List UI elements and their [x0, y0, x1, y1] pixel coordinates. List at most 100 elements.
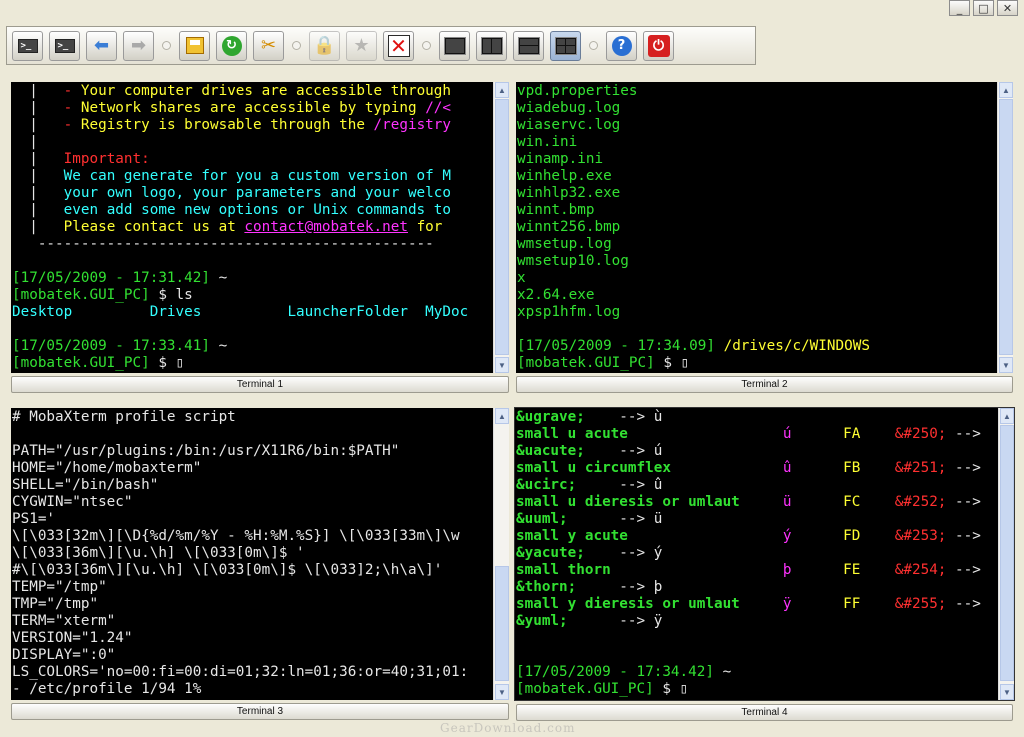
scroll-up-icon[interactable]: ▲	[999, 82, 1013, 98]
terminal-2-screen[interactable]: vpd.properties wiadebug.log wiaservc.log wi…	[516, 82, 1013, 373]
save-icon	[185, 37, 204, 54]
terminal-text: //<	[425, 100, 452, 116]
tab-terminal-2[interactable]: Terminal 2	[516, 376, 1013, 393]
terminal-3-screen[interactable]: # MobaXterm profile script PATH="/usr/plu…	[11, 408, 503, 700]
terminal-text: LS_COLORS='no=00:fi=00:di=01;32:ln=01;36…	[12, 664, 469, 680]
terminal-line: vpd.properties	[517, 83, 870, 100]
toolbar: >_ >_ ⬅ ➡ ↻ ✂ 🔒 ★ ✕? ⏻	[6, 26, 756, 65]
terminal-1-scrollbar[interactable]: ▲ ▼	[493, 82, 509, 373]
terminal-line: |	[12, 134, 468, 151]
terminal-line: [mobatek.GUI_PC] $ ▯	[517, 355, 870, 372]
terminal-line: | even add some new options or Unix comm…	[12, 202, 468, 219]
next-tab-button[interactable]: ➡	[123, 30, 154, 61]
scroll-thumb[interactable]	[495, 99, 509, 355]
settings-button[interactable]: ✂	[253, 30, 284, 61]
favorite-button[interactable]: ★	[346, 30, 377, 61]
scroll-thumb[interactable]	[999, 99, 1013, 355]
terminal-text: - /etc/profile 1/94 1%	[12, 681, 202, 697]
terminal-line: PS1='	[12, 511, 468, 528]
terminal-text: FB	[843, 460, 895, 476]
new-terminal-button[interactable]: >_	[12, 30, 43, 61]
exit-button[interactable]: ⏻	[643, 30, 674, 61]
terminal-text: --> ÿ	[567, 613, 663, 629]
scroll-down-icon[interactable]: ▼	[495, 684, 509, 700]
tab-terminal-1[interactable]: Terminal 1	[11, 376, 509, 393]
window-controls: _ □ ✕	[949, 0, 1018, 16]
terminal-line: winhlp32.exe	[517, 185, 870, 202]
minimize-button[interactable]: _	[949, 0, 970, 16]
terminal-line: ----------------------------------------…	[12, 236, 468, 253]
previous-tab-button[interactable]: ⬅	[86, 30, 117, 61]
terminal-text: ----------------------------------------…	[12, 236, 434, 252]
layout-quad-button[interactable]	[550, 30, 581, 61]
terminal-text: Your computer drives are accessible thro…	[80, 83, 460, 99]
terminal-text: --> û	[576, 477, 663, 493]
terminal-line: | - Your computer drives are accessible …	[12, 83, 468, 100]
terminal-text: PS1='	[12, 511, 56, 527]
terminal-line: &yacute; --> ý	[516, 545, 981, 562]
refresh-button[interactable]: ↻	[216, 30, 247, 61]
terminal-text: [mobatek.GUI_PC]	[12, 355, 159, 371]
terminal-pane-1: | - Your computer drives are accessible …	[11, 82, 509, 394]
terminal-line: xpsp1hfm.log	[517, 304, 870, 321]
scroll-down-icon[interactable]: ▼	[495, 357, 509, 373]
terminal-text: wmsetup10.log	[517, 253, 629, 269]
terminal-text: $ ls	[158, 287, 193, 303]
terminal-line: \[\033[32m\][\D{%d/%m/%Y - %H:%M.%S}] \[…	[12, 528, 468, 545]
terminal-text: PATH="/usr/plugins:/bin:/usr/X11R6/bin:$…	[12, 443, 400, 459]
terminal-text: û	[782, 460, 844, 476]
close-window-button[interactable]: ✕	[997, 0, 1018, 16]
terminal-text: HOME="/home/mobaxterm"	[12, 460, 202, 476]
scroll-up-icon[interactable]: ▲	[1000, 408, 1014, 424]
terminal-text: [mobatek.GUI_PC]	[516, 681, 663, 697]
scroll-up-icon[interactable]: ▲	[495, 408, 509, 424]
terminal-3-scrollbar[interactable]: ▲ ▼	[493, 408, 509, 700]
terminal-line: winnt256.bmp	[517, 219, 870, 236]
scroll-thumb[interactable]	[1000, 425, 1014, 681]
terminal-line: winamp.ini	[517, 151, 870, 168]
new-terminal-2-button[interactable]: >_	[49, 30, 80, 61]
terminal-1-screen[interactable]: | - Your computer drives are accessible …	[11, 82, 503, 373]
scroll-down-icon[interactable]: ▼	[1000, 684, 1014, 700]
terminal-text: &#254;	[894, 562, 947, 578]
terminal-text: -	[63, 83, 81, 99]
tab-terminal-4[interactable]: Terminal 4	[516, 704, 1013, 721]
terminal-text: |	[12, 100, 64, 116]
terminal-text: [17/05/2009 - 17:34.09]	[517, 338, 724, 354]
terminal-text: --> ü	[567, 511, 663, 527]
toolbar-separator	[422, 41, 431, 50]
terminal-2-scrollbar[interactable]: ▲ ▼	[997, 82, 1013, 373]
terminal-4-screen[interactable]: &ugrave; --> ù small u acute ú FA &#250; …	[514, 407, 1015, 701]
terminal-text: vpd.properties	[517, 83, 638, 99]
terminal-text: |	[12, 83, 64, 99]
terminal-text: small u circumflex	[516, 460, 783, 476]
scroll-down-icon[interactable]: ▼	[999, 357, 1013, 373]
terminal-4-scrollbar[interactable]: ▲ ▼	[998, 408, 1014, 700]
help-icon: ?	[611, 35, 632, 56]
terminal-text: winnt256.bmp	[517, 219, 621, 235]
lock-button[interactable]: 🔒	[309, 30, 340, 61]
scroll-up-icon[interactable]: ▲	[495, 82, 509, 98]
scroll-thumb[interactable]	[495, 566, 509, 681]
terminal-line: [mobatek.GUI_PC] $ ▯	[516, 681, 981, 698]
terminal-text: # MobaXterm profile script	[12, 409, 236, 425]
terminal-text: FD	[843, 528, 895, 544]
terminal-line: wmsetup.log	[517, 236, 870, 253]
terminal-line: DISPLAY=":0"	[12, 647, 468, 664]
help-button[interactable]: ?	[606, 30, 637, 61]
terminal-text: \[\033[36m\][\u.\h] \[\033[0m\]$ '	[12, 545, 305, 561]
terminal-text: ý	[782, 528, 844, 544]
maximize-button[interactable]: □	[973, 0, 994, 16]
terminal-text: TEMP="/tmp"	[12, 579, 107, 595]
close-terminal-button[interactable]: ✕	[383, 30, 414, 61]
terminal-text: ~	[218, 338, 228, 354]
terminal-text: &#255;	[894, 596, 947, 612]
terminal-text: &ugrave;	[516, 409, 585, 425]
tab-terminal-3[interactable]: Terminal 3	[11, 703, 509, 720]
layout-horizontal-button[interactable]	[513, 30, 544, 61]
terminal-text: winnt.bmp	[517, 202, 595, 218]
save-session-button[interactable]	[179, 30, 210, 61]
layout-single-button[interactable]	[439, 30, 470, 61]
layout-vertical-button[interactable]	[476, 30, 507, 61]
